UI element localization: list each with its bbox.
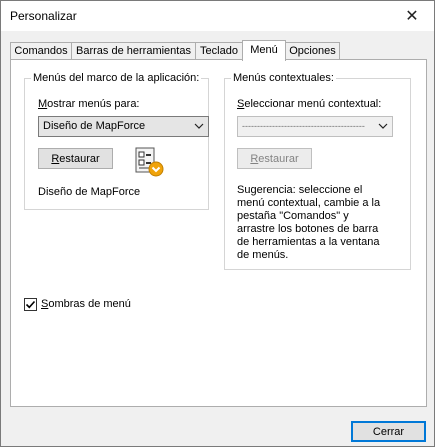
tab-teclado[interactable]: Teclado [195,42,243,60]
restore-app-menu-button[interactable]: Restaurar [38,148,113,169]
window-title: Personalizar [10,9,77,23]
select-context-menu-label: Seleccionar menú contextual: [237,98,382,110]
menu-shadows-label[interactable]: Sombras de menú [41,298,131,310]
mapforce-design-icon [135,147,164,177]
current-menu-name: Diseño de MapForce [38,186,141,198]
chevron-down-icon [378,123,388,129]
restore-context-menu-button[interactable]: Restaurar [237,148,312,169]
tab-comandos[interactable]: Comandos [10,42,72,60]
context-menu-select[interactable]: ----------------------------------------… [237,116,393,137]
show-menus-label: Mostrar menús para: [38,98,140,110]
tab-opciones[interactable]: Opciones [285,42,340,60]
menu-shadows-checkbox[interactable] [24,298,37,311]
close-button[interactable]: Cerrar [351,421,426,442]
show-menus-selected-value: Diseño de MapForce [43,120,146,132]
app-frame-menus-legend: Menús del marco de la aplicación: [31,72,202,84]
context-menu-hint: Sugerencia: seleccione el menú contextua… [237,184,381,261]
context-menus-legend: Menús contextuales: [231,72,336,84]
close-icon[interactable]: ✕ [392,1,432,31]
checkmark-icon [25,300,36,309]
customize-dialog: Personalizar ✕ Comandos Barras de herram… [0,0,435,447]
chevron-down-icon [194,123,204,129]
menu-tab-panel: Menús del marco de la aplicación: Mostra… [10,59,427,407]
tab-barras-de-herramientas[interactable]: Barras de herramientas [71,42,196,60]
title-bar[interactable]: Personalizar ✕ [1,1,434,31]
context-menu-selected-value: ----------------------------------------… [242,121,365,131]
tab-menu[interactable]: Menú [242,40,286,61]
show-menus-for-select[interactable]: Diseño de MapForce [38,116,209,137]
